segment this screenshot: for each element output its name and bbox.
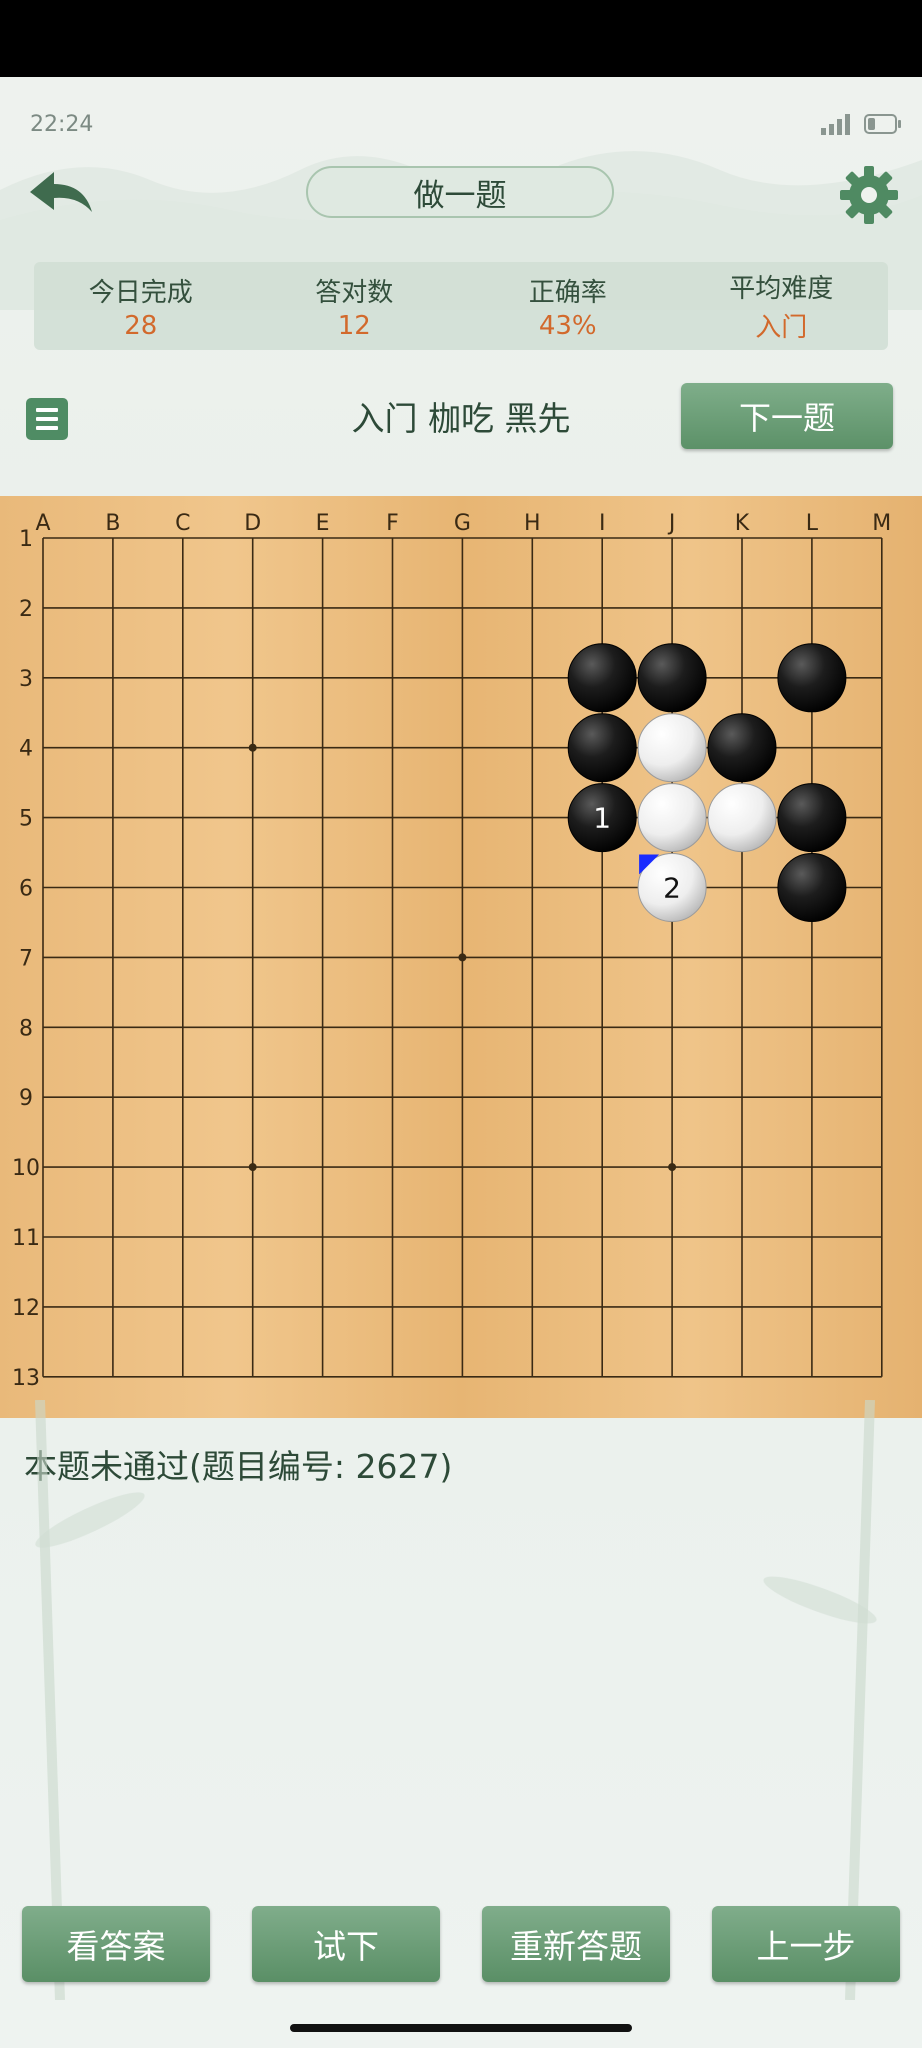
show-answer-button[interactable]: 看答案: [22, 1906, 210, 1982]
column-label: J: [667, 511, 676, 536]
column-label: H: [524, 511, 541, 536]
column-label: E: [316, 511, 330, 536]
stat-value: 28: [124, 310, 158, 341]
row-label: 11: [12, 1226, 40, 1251]
star-point: [668, 1163, 677, 1172]
back-arrow-icon: [30, 172, 92, 212]
column-label: L: [806, 511, 819, 536]
stat-label: 平均难度: [729, 274, 834, 304]
stat-accuracy: 正确率 43%: [468, 272, 668, 341]
star-point: [248, 1163, 257, 1172]
row-label: 3: [19, 667, 33, 692]
row-label: 5: [19, 807, 33, 832]
stats-panel: 今日完成 28 答对数 12 正确率 43% 平均难度 入门: [34, 262, 888, 350]
status-time: 22:24: [30, 112, 94, 137]
row-label: 1: [19, 527, 33, 552]
board-svg[interactable]: A1B2C3D4E5F6G7H8I9J10K11L12M13 12: [0, 496, 922, 1418]
battery-icon: [864, 114, 901, 134]
status-icons: [820, 112, 902, 136]
column-label: A: [35, 511, 50, 536]
menu-icon-bar: [36, 426, 58, 430]
black-stone: [637, 643, 707, 713]
column-label: I: [599, 511, 606, 536]
settings-button[interactable]: [838, 164, 900, 226]
column-label: K: [735, 511, 750, 536]
menu-icon-bar: [36, 417, 58, 421]
stat-avg-difficulty: 平均难度 入门: [681, 268, 881, 344]
star-point: [458, 953, 467, 962]
previous-step-button[interactable]: 上一步: [712, 1906, 900, 1982]
signal-icon: [821, 114, 850, 135]
black-stone: [777, 853, 847, 922]
stat-value: 43%: [538, 310, 597, 341]
stat-value: 入门: [755, 313, 808, 343]
column-label: F: [386, 511, 399, 536]
black-stone: [777, 643, 847, 713]
column-label: C: [175, 511, 190, 536]
gear-icon: [840, 166, 898, 224]
row-label: 4: [19, 737, 33, 762]
retry-button[interactable]: 重新答题: [482, 1906, 670, 1982]
row-label: 6: [19, 877, 33, 902]
black-stone: [567, 643, 637, 713]
column-label: G: [454, 511, 471, 536]
page-title: 做一题: [306, 166, 614, 218]
star-point: [248, 743, 257, 752]
stat-label: 今日完成: [88, 277, 193, 308]
row-label: 9: [19, 1086, 33, 1111]
white-stone: [637, 713, 707, 783]
column-label: M: [872, 511, 891, 536]
back-button[interactable]: [26, 166, 96, 222]
stone-move-number: 1: [593, 802, 611, 835]
try-move-button[interactable]: 试下: [252, 1906, 440, 1982]
stat-correct-count: 答对数 12: [254, 272, 454, 341]
black-stone: [567, 713, 637, 783]
menu-button[interactable]: [26, 398, 68, 440]
black-stone: [707, 713, 777, 783]
row-label: 8: [19, 1016, 33, 1041]
stat-today-completed: 今日完成 28: [41, 272, 241, 341]
row-label: 12: [12, 1296, 40, 1321]
device-top-bar: [0, 0, 922, 77]
column-label: B: [105, 511, 120, 536]
white-stone: [707, 783, 777, 853]
row-label: 2: [19, 597, 33, 622]
go-board[interactable]: A 1 B 2 C 3 D 4 E 5 F 6 G 7 H 8 I 9 J 10 K 11 L 12 M 13 12: [0, 496, 922, 1418]
row-label: 7: [19, 946, 33, 971]
black-stone: [777, 783, 847, 853]
column-label: D: [244, 511, 261, 536]
row-label: 13: [12, 1366, 40, 1391]
menu-icon: [36, 408, 58, 412]
bottom-action-bar: 看答案 试下 重新答题 上一步: [0, 1906, 922, 1982]
stat-value: 12: [337, 310, 371, 341]
white-stone: [637, 783, 707, 853]
stat-label: 正确率: [528, 277, 607, 308]
stat-label: 答对数: [315, 277, 394, 308]
problem-title: 入门 枷吃 黑先: [351, 399, 571, 438]
row-label: 10: [12, 1156, 40, 1181]
next-problem-button[interactable]: 下一题: [681, 383, 893, 449]
stone-move-number: 2: [663, 872, 681, 905]
home-indicator: [290, 2024, 632, 2032]
